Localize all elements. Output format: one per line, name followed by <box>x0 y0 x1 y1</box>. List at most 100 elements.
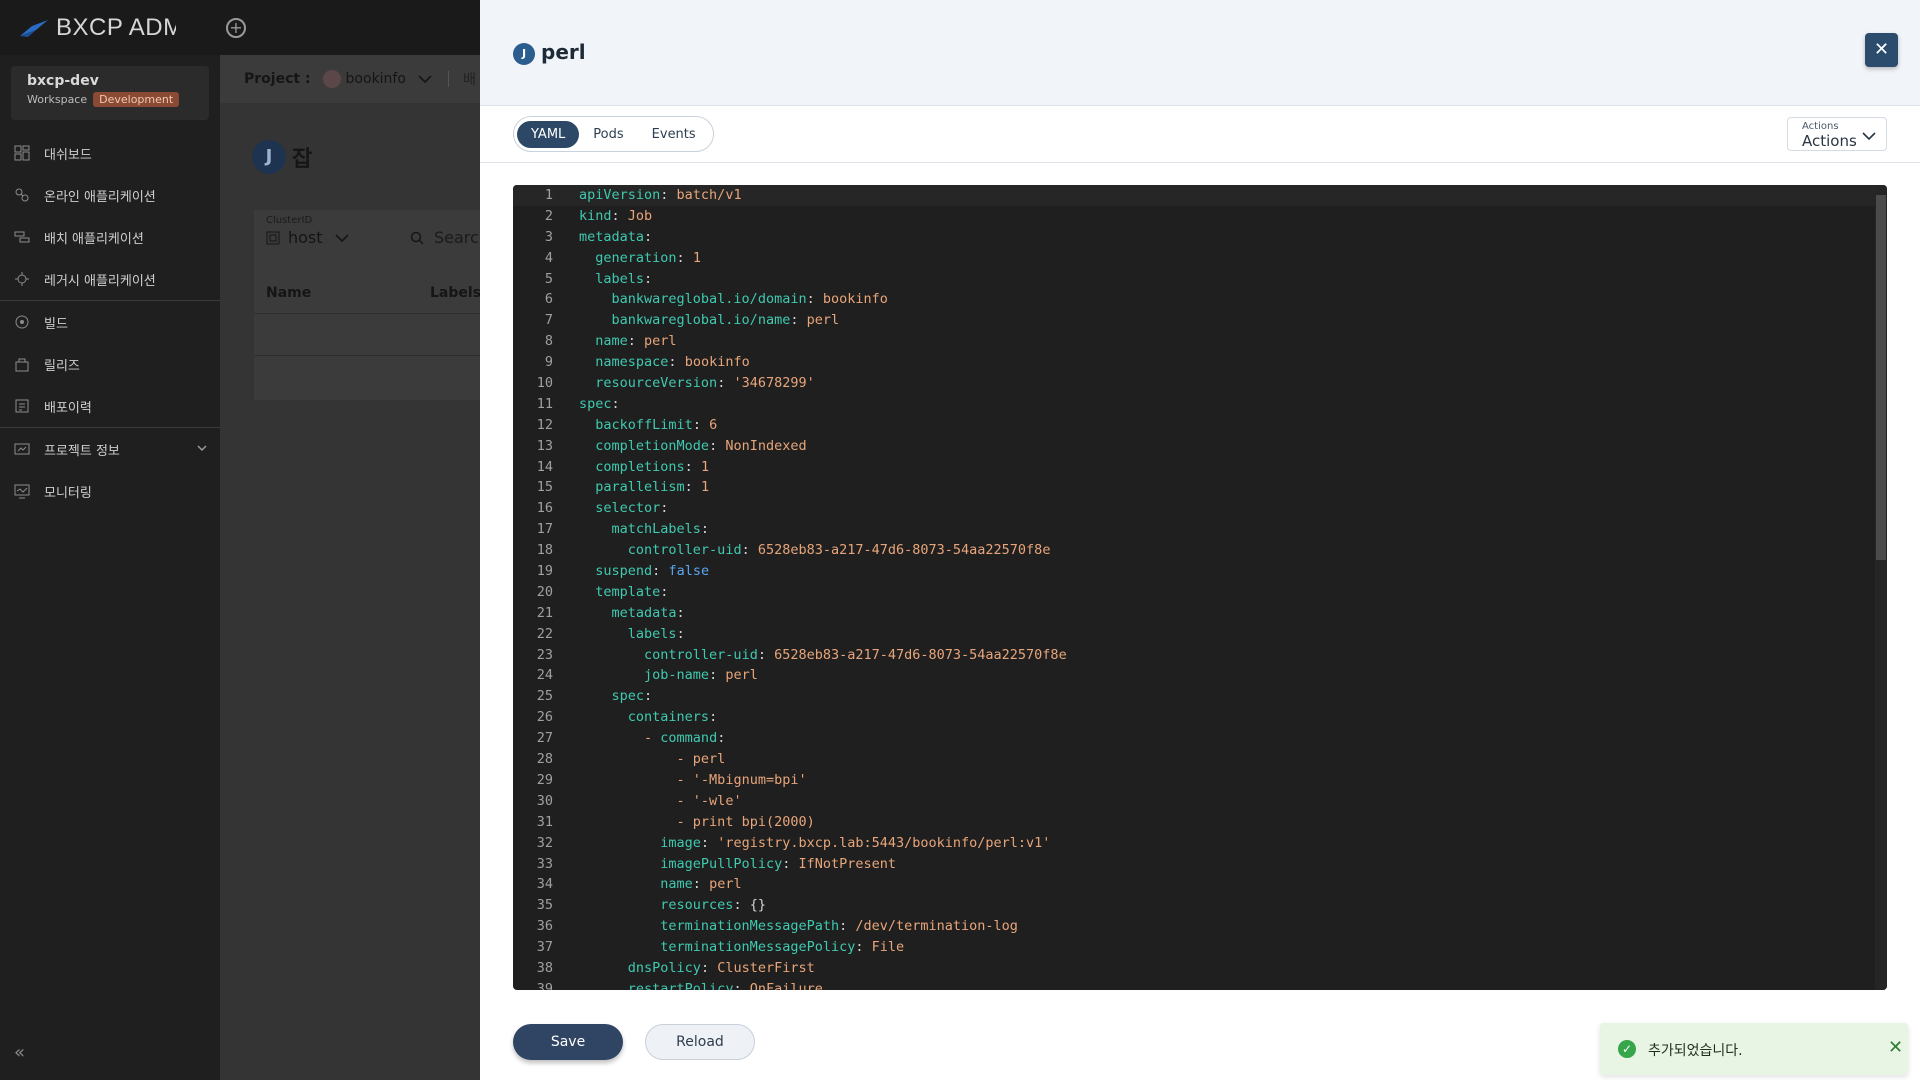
code-line: 25 spec: <box>513 686 1887 707</box>
code-text: generation: 1 <box>595 249 701 266</box>
batch-app-icon <box>14 231 30 243</box>
sidebar-item-deploy-history[interactable]: 배포이력 <box>0 385 220 427</box>
tab-yaml[interactable]: YAML <box>517 120 580 148</box>
line-number: 20 <box>536 583 553 600</box>
code-text: metadata: <box>611 604 685 621</box>
code-line: 30 - '-wle' <box>513 791 1887 812</box>
actions-caption: Actions <box>1802 121 1839 132</box>
code-line: 19 suspend: false <box>513 561 1887 582</box>
sidebar-item-legacy-app[interactable]: 레거시 애플리케이션 <box>0 258 220 300</box>
line-number: 16 <box>536 500 553 517</box>
code-text: selector: <box>595 500 669 517</box>
actions-dropdown[interactable]: Actions Actions <box>1787 117 1887 151</box>
line-number: 6 <box>544 291 553 308</box>
sidebar-item-label: 배포이력 <box>44 400 92 416</box>
close-button[interactable]: ✕ <box>1865 33 1898 67</box>
workspace-name: bxcp-dev <box>27 73 99 89</box>
column-header-name[interactable]: Name <box>266 285 311 301</box>
line-number: 15 <box>536 479 553 496</box>
code-text: metadata: <box>579 228 653 245</box>
code-line: 15 parallelism: 1 <box>513 477 1887 498</box>
cluster-label: ClusterID <box>266 215 313 226</box>
monitoring-icon <box>14 484 30 499</box>
code-text: matchLabels: <box>611 521 710 538</box>
sidebar-item-project-info[interactable]: 프로젝트 정보 <box>0 428 220 470</box>
code-line: 34 name: perl <box>513 874 1887 895</box>
yaml-editor[interactable]: 1 apiVersion: batch/v1 2 kind: Job 3 metadata… <box>513 185 1887 990</box>
column-header-labels[interactable]: Labels <box>430 285 481 301</box>
code-text: resourceVersion: '34678299' <box>595 375 815 392</box>
code-text: parallelism: 1 <box>595 479 710 496</box>
page-avatar: J <box>252 140 286 174</box>
code-line: 9 namespace: bookinfo <box>513 352 1887 373</box>
sidebar-nav: 대쉬보드 온라인 애플리케이션 배치 애플리케이션 레거시 애플리케이션 빌드 … <box>0 132 220 512</box>
actions-value: Actions <box>1802 132 1857 150</box>
online-app-icon <box>15 188 29 202</box>
line-number: 25 <box>536 688 553 705</box>
workspace-selector[interactable]: bxcp-dev Workspace Development <box>11 66 209 120</box>
sidebar-item-batch-app[interactable]: 배치 애플리케이션 <box>0 216 220 258</box>
line-number: 34 <box>536 876 553 893</box>
toast-close-icon[interactable]: ✕ <box>1888 1037 1903 1058</box>
top-bar: BXCP ADMIN + <box>0 0 480 55</box>
collapse-sidebar-icon[interactable]: « <box>14 1042 25 1063</box>
code-line: 1 apiVersion: batch/v1 <box>513 185 1887 206</box>
line-number: 36 <box>536 918 553 935</box>
dashboard-icon <box>14 145 30 161</box>
code-text: completions: 1 <box>595 458 710 475</box>
line-number: 11 <box>536 395 553 412</box>
line-number: 1 <box>544 187 553 203</box>
code-line: 37 terminationMessagePolicy: File <box>513 937 1887 958</box>
project-selector[interactable]: bookinfo <box>322 70 432 88</box>
main-content: Project : bookinfo 배 J 잡 ClusterID host … <box>220 55 494 1080</box>
cluster-selector[interactable]: host <box>266 228 349 247</box>
line-number: 10 <box>536 375 553 392</box>
line-number: 21 <box>536 604 553 621</box>
save-button[interactable]: Save <box>513 1024 623 1060</box>
app-logo[interactable]: BXCP ADMIN <box>18 14 176 42</box>
app-logo-text: BXCP ADMIN <box>56 14 176 41</box>
code-line: 8 name: perl <box>513 331 1887 352</box>
sidebar-item-build[interactable]: 빌드 <box>0 301 220 343</box>
code-text: bankwareglobal.io/domain: bookinfo <box>611 291 888 308</box>
sidebar-item-online-app[interactable]: 온라인 애플리케이션 <box>0 174 220 216</box>
reload-button[interactable]: Reload <box>645 1024 755 1060</box>
code-text: kind: Job <box>579 207 653 224</box>
editor-scrollbar-thumb[interactable] <box>1876 195 1886 560</box>
code-line: 7 bankwareglobal.io/name: perl <box>513 310 1887 331</box>
code-text: imagePullPolicy: IfNotPresent <box>660 855 897 872</box>
project-avatar <box>322 70 341 88</box>
drawer-header: J perl ✕ <box>480 0 1920 106</box>
sidebar-item-monitoring[interactable]: 모니터링 <box>0 470 220 512</box>
line-number: 8 <box>544 333 553 350</box>
add-icon[interactable]: + <box>226 18 246 38</box>
code-line: 4 generation: 1 <box>513 248 1887 269</box>
table-divider <box>254 313 494 314</box>
code-text: - '-wle' <box>676 792 742 809</box>
code-line: 35 resources: {} <box>513 895 1887 916</box>
code-text: - print bpi(2000) <box>676 813 815 830</box>
sidebar: bxcp-dev Workspace Development 대쉬보드 온라인 … <box>0 0 220 1080</box>
code-line: 2 kind: Job <box>513 206 1887 227</box>
code-line: 26 containers: <box>513 707 1887 728</box>
sidebar-item-release[interactable]: 릴리즈 <box>0 343 220 385</box>
job-detail-drawer: J perl ✕ YAML Pods Events Actions Action… <box>480 0 1920 1080</box>
line-number: 27 <box>536 730 553 747</box>
line-number: 7 <box>544 312 553 329</box>
sidebar-item-label: 온라인 애플리케이션 <box>44 189 156 205</box>
code-line: 27 - command: <box>513 728 1887 749</box>
line-number: 30 <box>536 792 553 809</box>
tab-divider <box>480 162 1920 163</box>
code-line: 23 controller-uid: 6528eb83-a217-47d6-80… <box>513 645 1887 666</box>
code-text: backoffLimit: 6 <box>595 416 718 433</box>
code-text: bankwareglobal.io/name: perl <box>611 312 840 329</box>
code-text: controller-uid: 6528eb83-a217-47d6-8073-… <box>627 542 1051 559</box>
tab-events[interactable]: Events <box>638 121 710 148</box>
search-input[interactable]: Search <box>410 228 489 247</box>
sidebar-item-dashboard[interactable]: 대쉬보드 <box>0 132 220 174</box>
toast-message: 추가되었습니다. <box>1648 1043 1743 1059</box>
chevron-down-icon <box>1862 132 1876 141</box>
page-title: 잡 <box>292 147 313 172</box>
tab-pods[interactable]: Pods <box>579 121 637 148</box>
line-number: 35 <box>536 897 553 914</box>
